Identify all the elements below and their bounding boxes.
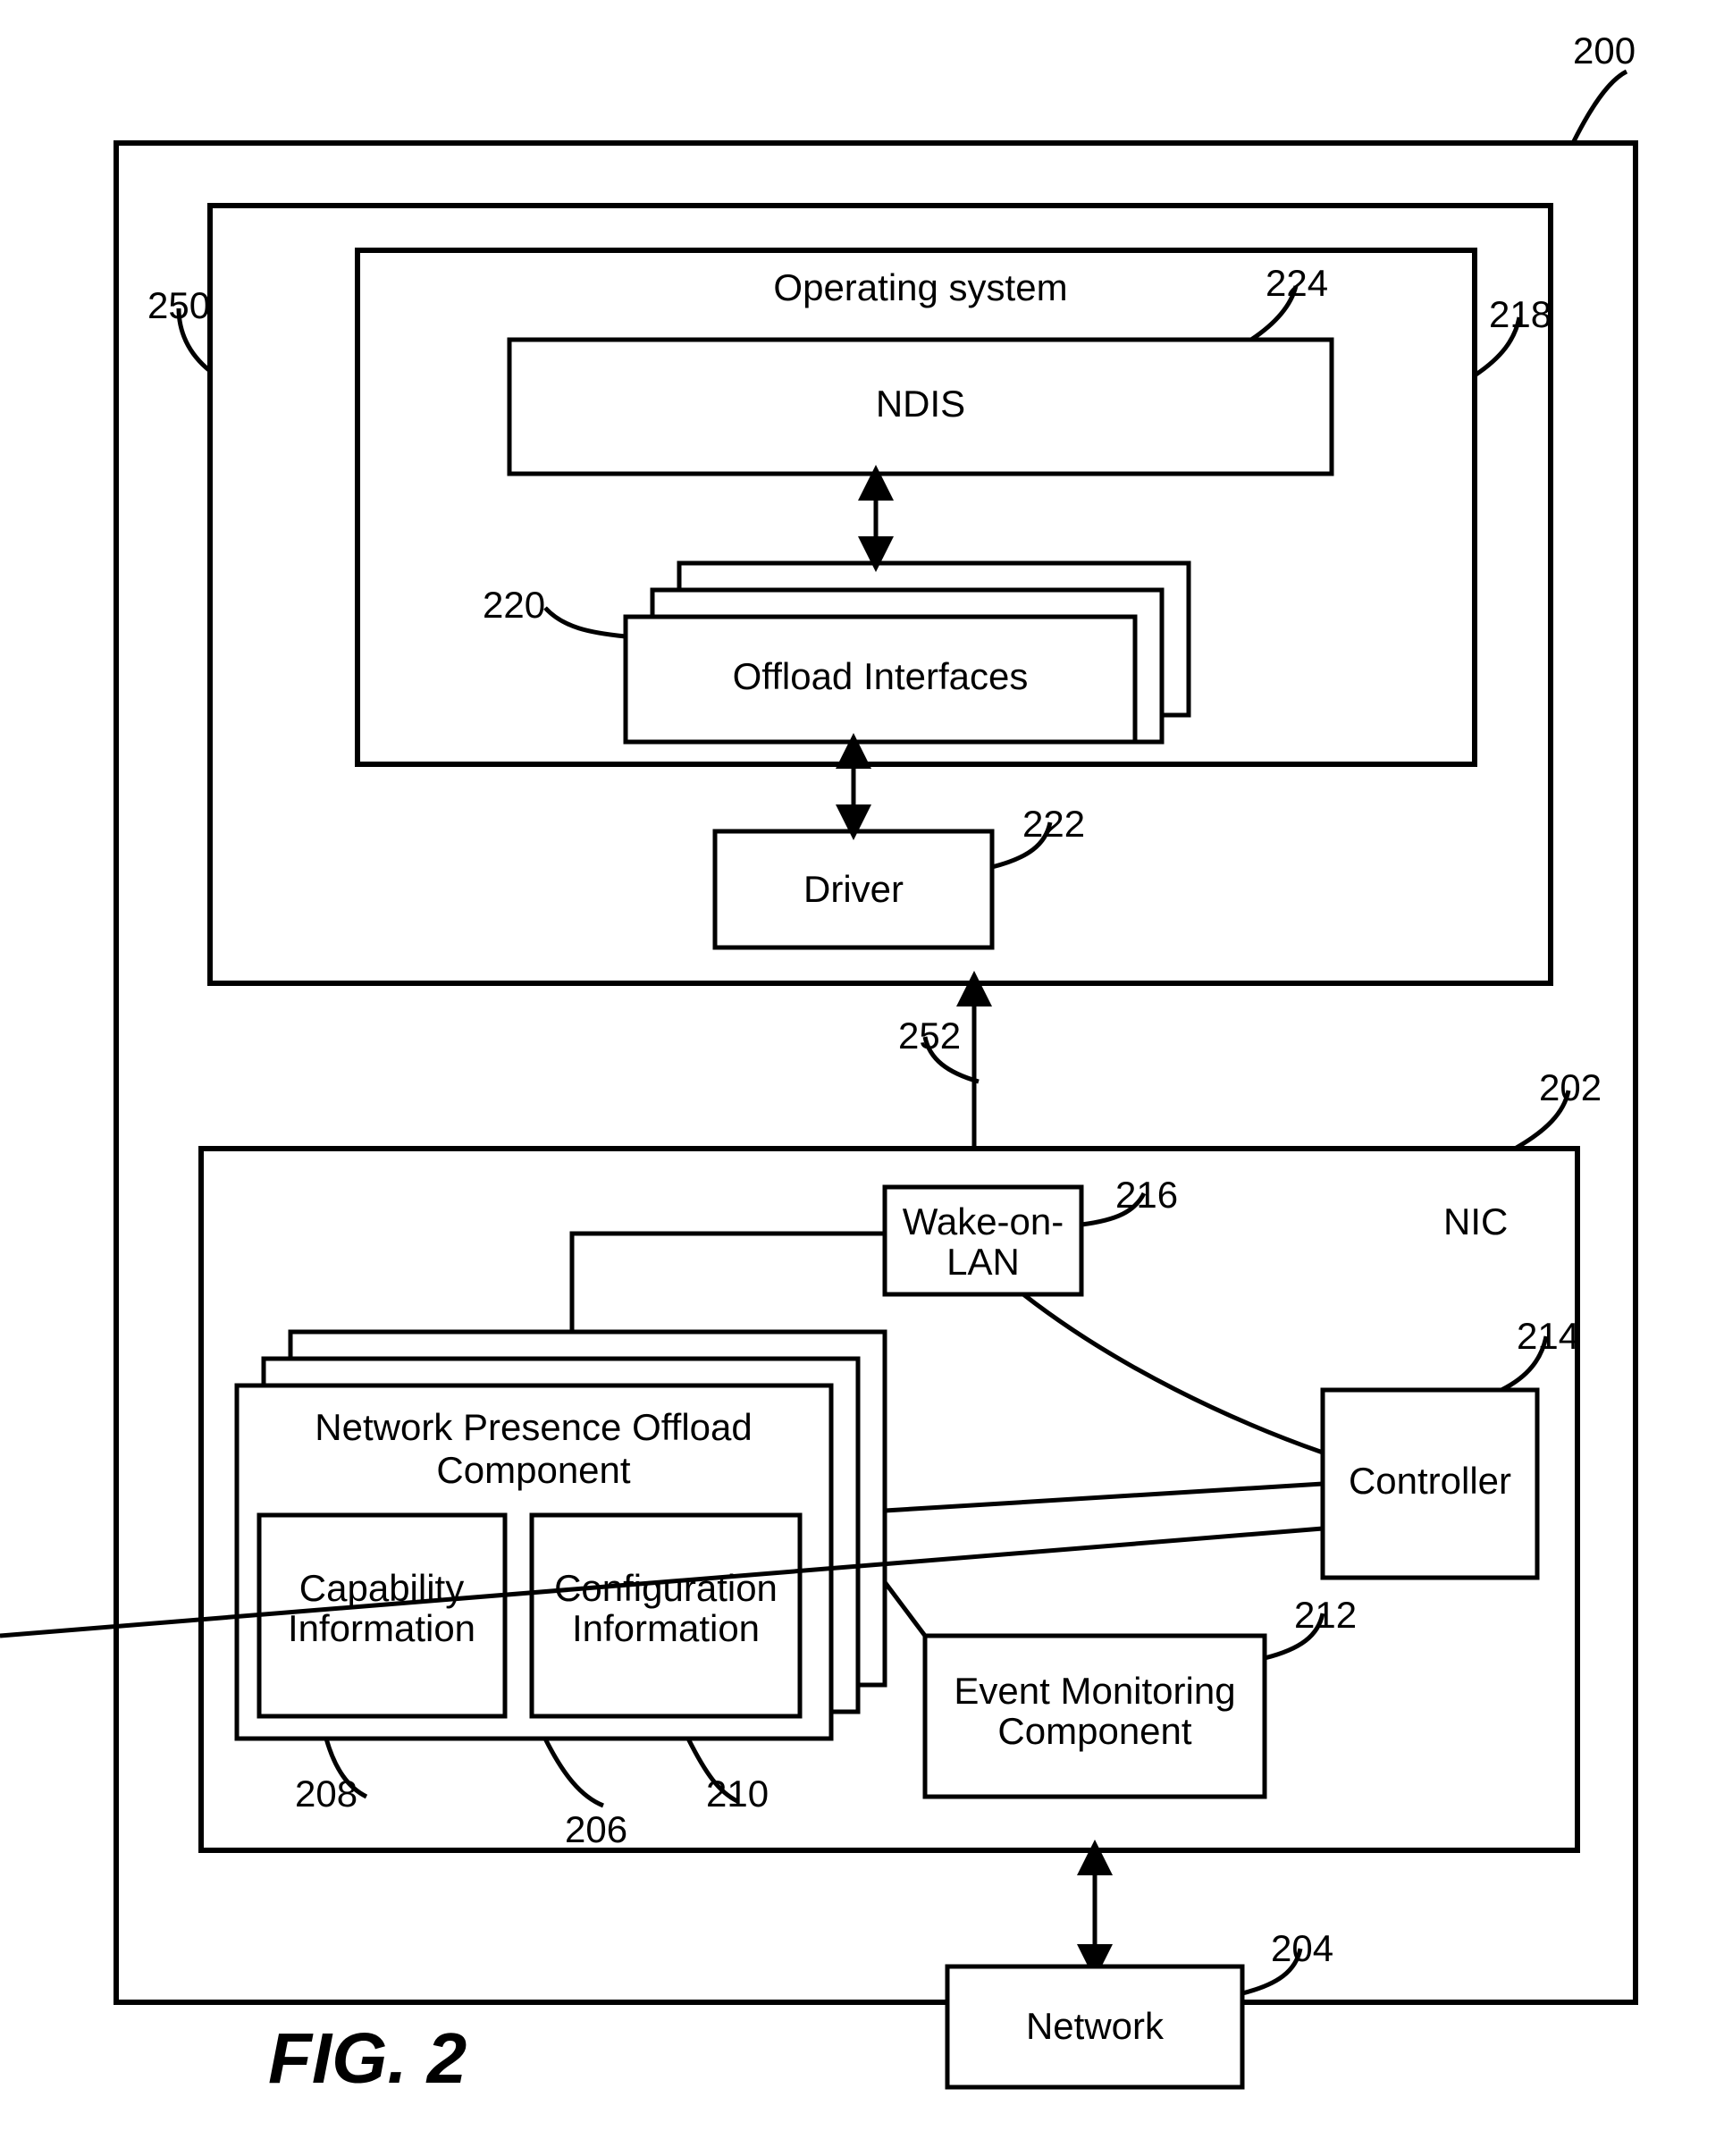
label-os: Operating system <box>773 266 1067 308</box>
ref-202: 202 <box>1539 1066 1602 1108</box>
label-npoc-2: Component <box>436 1449 630 1491</box>
ref-216: 216 <box>1115 1174 1178 1216</box>
label-wol-1: Wake-on- <box>903 1200 1064 1242</box>
ref-206: 206 <box>565 1808 627 1850</box>
label-network: Network <box>1026 2005 1165 2047</box>
ref-212: 212 <box>1294 1594 1357 1636</box>
ref-200: 200 <box>1573 29 1636 72</box>
label-driver: Driver <box>803 868 904 910</box>
label-cfg-2: Information <box>572 1607 760 1649</box>
label-controller: Controller <box>1349 1460 1511 1502</box>
ref-204: 204 <box>1271 1927 1333 1969</box>
label-ndis: NDIS <box>876 383 965 425</box>
ref-208: 208 <box>295 1773 357 1815</box>
leader-200 <box>1573 72 1627 143</box>
ref-252: 252 <box>898 1015 961 1057</box>
ref-250: 250 <box>147 284 210 326</box>
diagram-canvas: 200 250 Operating system 218 NDIS 224 Of… <box>0 0 1724 2156</box>
label-nic: NIC <box>1443 1200 1508 1242</box>
ref-224: 224 <box>1266 262 1328 304</box>
label-evt-2: Component <box>997 1710 1191 1752</box>
ref-220: 220 <box>483 584 545 626</box>
ref-222: 222 <box>1022 803 1085 845</box>
figure-label: FIG. 2 <box>268 2018 467 2098</box>
ref-218: 218 <box>1489 293 1552 335</box>
label-cap-2: Information <box>288 1607 475 1649</box>
label-offload-interfaces: Offload Interfaces <box>733 655 1029 697</box>
ref-210: 210 <box>706 1773 769 1815</box>
ref-214: 214 <box>1517 1315 1579 1357</box>
label-npoc-1: Network Presence Offload <box>315 1406 752 1448</box>
label-wol-2: LAN <box>946 1241 1020 1283</box>
label-evt-1: Event Monitoring <box>954 1670 1235 1712</box>
